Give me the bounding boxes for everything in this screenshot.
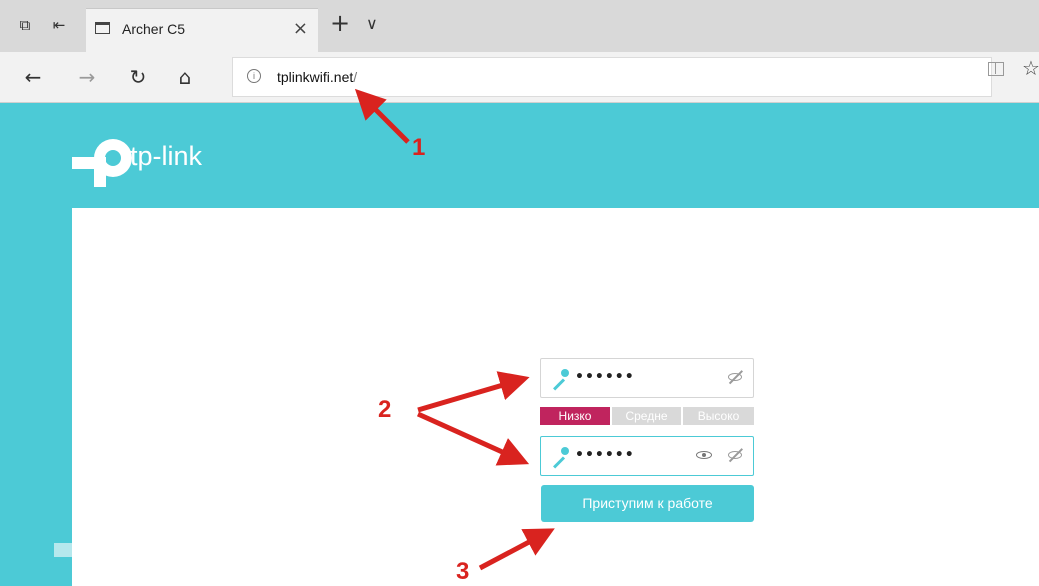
annotation-2: 2 bbox=[378, 396, 392, 423]
refresh-button[interactable]: ↻ bbox=[125, 64, 151, 90]
home-button[interactable]: ⌂ bbox=[172, 64, 198, 90]
get-started-button[interactable]: Приступим к работе bbox=[541, 485, 754, 522]
key-icon bbox=[549, 369, 569, 391]
tab-strip: ⧉ ⇤ Archer C5 × + ∨ bbox=[0, 0, 1039, 53]
annotation-1: 1 bbox=[412, 134, 426, 161]
url-host: tplinkwifi.net bbox=[277, 69, 354, 85]
password-value: •••••• bbox=[575, 369, 635, 385]
tp-link-logo-icon bbox=[72, 137, 134, 187]
confirm-password-value: •••••• bbox=[575, 447, 635, 463]
tab-title: Archer C5 bbox=[122, 21, 186, 37]
hide-password-icon[interactable] bbox=[727, 369, 745, 385]
tab-set-aside-icon[interactable]: ⧉ bbox=[14, 14, 36, 36]
chevron-down-icon[interactable]: ∨ bbox=[366, 14, 378, 33]
url-text[interactable]: tplinkwifi.net/ bbox=[277, 69, 357, 85]
hide-password-icon[interactable] bbox=[727, 447, 745, 463]
router-page: tp-link bbox=[0, 103, 1039, 586]
navigation-bar: ← → ↻ ⌂ i tplinkwifi.net/ bbox=[0, 52, 1039, 103]
reader-view-icon[interactable] bbox=[988, 62, 1004, 76]
tab-restore-icon[interactable]: ⇤ bbox=[48, 14, 70, 36]
close-icon[interactable]: × bbox=[293, 18, 308, 39]
side-tab bbox=[54, 543, 72, 557]
confirm-password-field[interactable]: •••••• bbox=[540, 436, 754, 476]
url-path: / bbox=[353, 69, 358, 85]
page-icon bbox=[95, 22, 110, 34]
forward-button[interactable]: → bbox=[74, 64, 100, 90]
address-bar[interactable]: i tplinkwifi.net/ bbox=[232, 57, 992, 97]
info-icon[interactable]: i bbox=[247, 69, 261, 83]
back-button[interactable]: ← bbox=[20, 64, 46, 90]
strength-high: Высоко bbox=[683, 407, 754, 425]
favorite-star-icon[interactable]: ☆ bbox=[1022, 56, 1039, 80]
show-password-icon[interactable] bbox=[695, 447, 713, 463]
strength-medium: Средне bbox=[612, 407, 681, 425]
tab-archer-c5[interactable]: Archer C5 × bbox=[86, 8, 318, 53]
new-tab-button[interactable]: + bbox=[330, 10, 350, 36]
password-strength-meter: Низко Средне Высоко bbox=[540, 407, 754, 425]
logo-text: tp-link bbox=[130, 141, 203, 171]
strength-low: Низко bbox=[540, 407, 610, 425]
password-field[interactable]: •••••• bbox=[540, 358, 754, 398]
annotation-3: 3 bbox=[456, 558, 470, 585]
key-icon bbox=[549, 447, 569, 469]
